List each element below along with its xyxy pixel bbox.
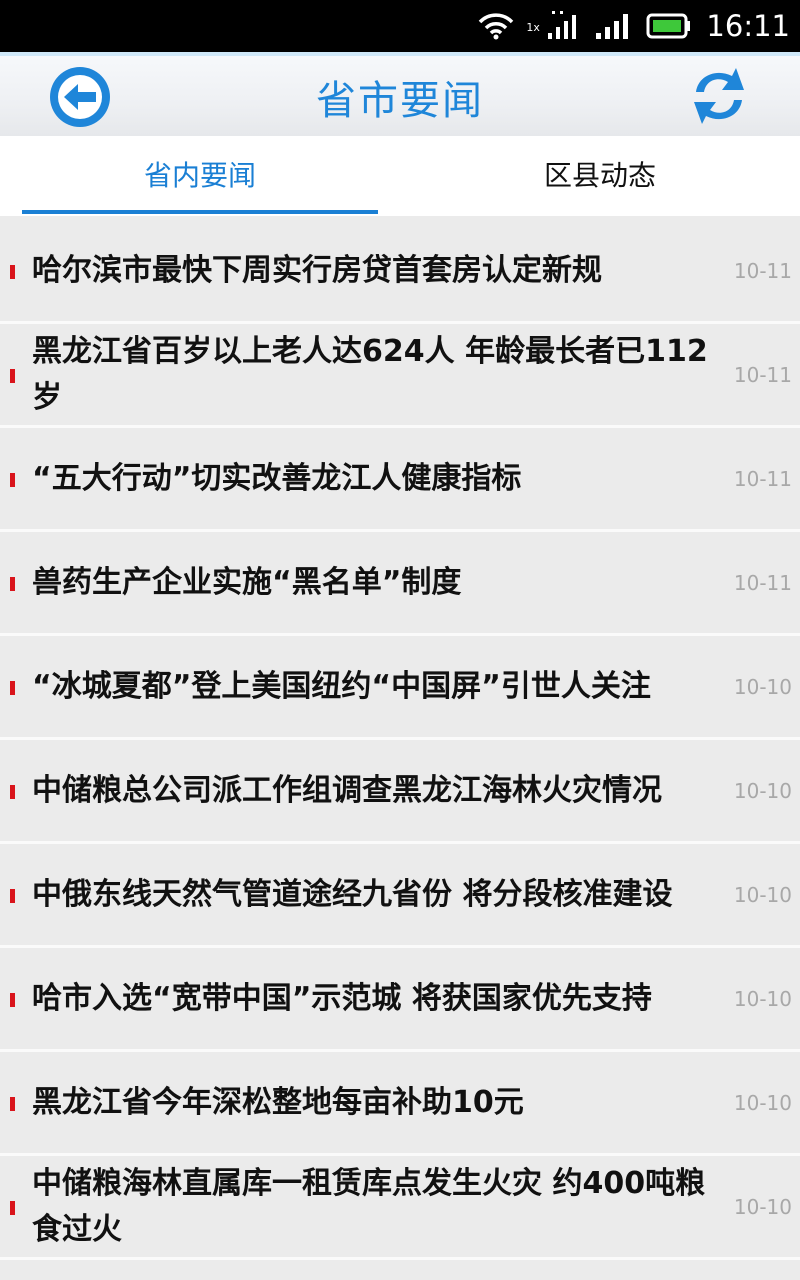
cell-signal-icon — [596, 14, 629, 39]
news-title: 黑龙江省今年深松整地每亩补助10元 — [32, 1084, 524, 1120]
news-date: 10-11 — [733, 362, 792, 387]
news-date: 10-10 — [733, 882, 792, 907]
tab-selected-indicator — [22, 210, 378, 214]
page-title: 省市要闻 — [316, 78, 484, 124]
news-title: 中储粮总公司派工作组调查黑龙江海林火灾情况 — [32, 772, 662, 808]
data-signal-icon: 1x — [526, 9, 582, 43]
bullet-marker-icon — [10, 1097, 15, 1111]
bullet-marker-icon — [10, 889, 15, 903]
news-date: 10-10 — [733, 1194, 792, 1219]
bullet-marker-icon — [10, 473, 15, 487]
news-date: 10-10 — [733, 986, 792, 1011]
bullet-marker-icon — [10, 265, 15, 279]
list-item[interactable]: 哈尔滨市最快下周实行房贷首套房认定新规 10-11 — [0, 220, 800, 324]
list-item[interactable]: 黑龙江省百岁以上老人达624人 年龄最长者已112岁 10-11 — [0, 324, 800, 428]
news-date: 10-11 — [733, 466, 792, 491]
list-item[interactable]: “冰城夏都”登上美国纽约“中国屏”引世人关注 10-10 — [0, 636, 800, 740]
network-type-label: 1x — [526, 21, 540, 34]
news-title: “五大行动”切实改善龙江人健康指标 — [32, 460, 522, 496]
news-title: 中储粮海林直属库一租赁库点发生火灾 约400吨粮食过火 — [32, 1165, 706, 1247]
wifi-icon — [479, 13, 514, 40]
header-bar: 省市要闻 — [0, 52, 800, 136]
news-date: 10-11 — [733, 258, 792, 283]
list-item[interactable]: 中储粮海林直属库一租赁库点发生火灾 约400吨粮食过火 10-10 — [0, 1156, 800, 1260]
list-item[interactable]: 中储粮总公司派工作组调查黑龙江海林火灾情况 10-10 — [0, 740, 800, 844]
bullet-marker-icon — [10, 681, 15, 695]
tab-county-news[interactable]: 区县动态 — [400, 136, 800, 216]
news-title: 黑龙江省百岁以上老人达624人 年龄最长者已112岁 — [32, 333, 708, 415]
list-item[interactable]: 黑龙江省今年深松整地每亩补助10元 10-10 — [0, 1052, 800, 1156]
bullet-marker-icon — [10, 785, 15, 799]
list-item[interactable]: “五大行动”切实改善龙江人健康指标 10-11 — [0, 428, 800, 532]
news-date: 10-11 — [733, 570, 792, 595]
news-date: 10-10 — [733, 674, 792, 699]
bullet-marker-icon — [10, 1201, 15, 1215]
status-icons: 1x 16:11 — [478, 0, 790, 52]
battery-icon — [646, 13, 691, 39]
news-title: 兽药生产企业实施“黑名单”制度 — [32, 564, 462, 600]
bullet-marker-icon — [10, 369, 15, 383]
status-bar: 1x 16:11 — [0, 0, 800, 52]
list-item[interactable]: 中俄东线天然气管道途经九省份 将分段核准建设 10-10 — [0, 844, 800, 948]
bullet-marker-icon — [10, 577, 15, 591]
tab-provincial-news[interactable]: 省内要闻 — [0, 136, 400, 216]
news-title: 中俄东线天然气管道途经九省份 将分段核准建设 — [32, 876, 673, 912]
list-item[interactable]: 哈市入选“宽带中国”示范城 将获国家优先支持 10-10 — [0, 948, 800, 1052]
news-date: 10-10 — [733, 778, 792, 803]
list-item[interactable]: 兽药生产企业实施“黑名单”制度 10-11 — [0, 532, 800, 636]
bullet-marker-icon — [10, 993, 15, 1007]
news-list: 哈尔滨市最快下周实行房贷首套房认定新规 10-11 黑龙江省百岁以上老人达624… — [0, 220, 800, 1260]
tab-bar: 省内要闻 区县动态 — [0, 136, 800, 216]
news-title: 哈尔滨市最快下周实行房贷首套房认定新规 — [32, 252, 602, 288]
news-date: 10-10 — [733, 1090, 792, 1115]
refresh-button[interactable] — [686, 62, 752, 130]
news-title: 哈市入选“宽带中国”示范城 将获国家优先支持 — [32, 980, 652, 1016]
news-title: “冰城夏都”登上美国纽约“中国屏”引世人关注 — [32, 668, 651, 704]
refresh-icon — [694, 68, 744, 124]
status-time: 16:11 — [706, 9, 790, 43]
